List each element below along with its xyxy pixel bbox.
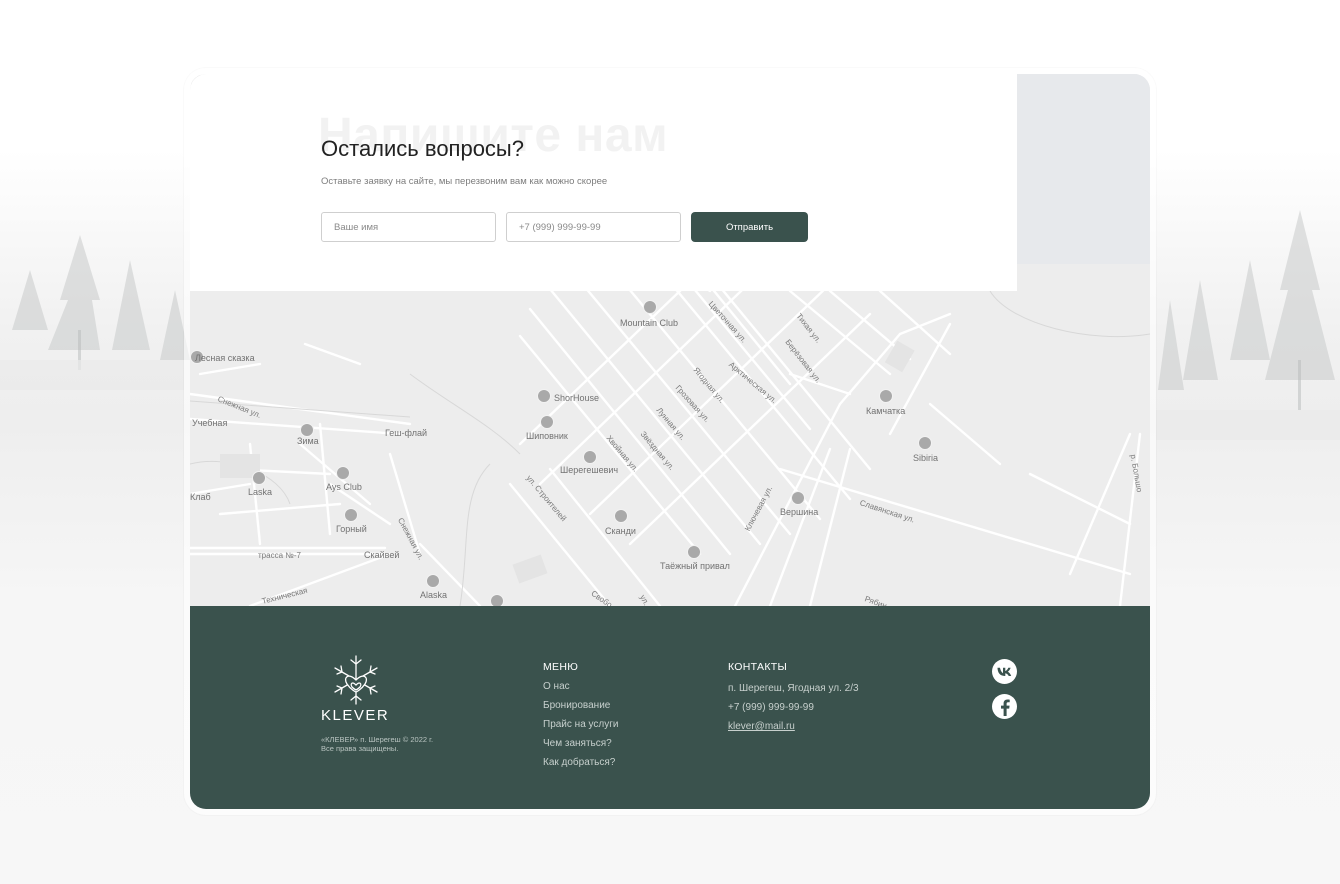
map-label: Учебная bbox=[192, 418, 228, 428]
menu-item-directions[interactable]: Как добраться? bbox=[543, 757, 619, 776]
map-poi-icon[interactable] bbox=[537, 389, 551, 403]
menu-title: МЕНЮ bbox=[543, 661, 579, 673]
map-poi-icon[interactable] bbox=[791, 491, 805, 505]
contact-form-panel: Напишите нам Остались вопросы? Оставьте … bbox=[190, 74, 1017, 291]
map-poi-icon[interactable] bbox=[252, 471, 266, 485]
contact-email[interactable]: klever@mail.ru bbox=[728, 721, 859, 740]
map-label: Шерегешевич bbox=[560, 465, 619, 475]
contact-card: Mountain Club ShorHouse Шиповник Шерегеш… bbox=[190, 74, 1150, 809]
submit-button[interactable]: Отправить bbox=[691, 212, 808, 242]
vk-glyph-icon bbox=[997, 667, 1011, 676]
footer: KLEVER «КЛЕВЕР» п. Шерегеш © 2022 г. Все… bbox=[190, 606, 1150, 809]
map-label: Клаб bbox=[190, 492, 211, 502]
facebook-glyph-icon bbox=[1000, 699, 1010, 716]
phone-input[interactable] bbox=[506, 212, 681, 242]
menu-item-activities[interactable]: Чем заняться? bbox=[543, 738, 619, 757]
map-overlay-strip bbox=[1017, 74, 1150, 264]
map-label: Таёжный привал bbox=[660, 561, 730, 571]
copyright: «КЛЕВЕР» п. Шерегеш © 2022 г. Все права … bbox=[321, 735, 481, 753]
map-label: Laska bbox=[248, 487, 273, 497]
klever-snowflake-logo-icon[interactable] bbox=[321, 652, 391, 708]
map-poi-icon[interactable] bbox=[918, 436, 932, 450]
map-label: Камчатка bbox=[866, 406, 906, 416]
map-label: Горный bbox=[336, 524, 367, 534]
logo-text[interactable]: KLEVER bbox=[321, 707, 389, 724]
map-label: Зима bbox=[297, 436, 319, 446]
copyright-line: «КЛЕВЕР» п. Шерегеш © 2022 г. bbox=[321, 735, 434, 744]
map-poi-icon[interactable] bbox=[687, 545, 701, 559]
map-poi-icon[interactable] bbox=[336, 466, 350, 480]
name-input[interactable] bbox=[321, 212, 496, 242]
menu-item-booking[interactable]: Бронирование bbox=[543, 700, 619, 719]
menu-item-prices[interactable]: Прайс на услуги bbox=[543, 719, 619, 738]
form-subtitle: Оставьте заявку на сайте, мы перезвоним … bbox=[321, 176, 608, 187]
map-label: Alaska bbox=[420, 590, 448, 600]
footer-menu: О нас Бронирование Прайс на услуги Чем з… bbox=[543, 681, 619, 776]
map-label: Sibiria bbox=[913, 453, 939, 463]
form-title: Остались вопросы? bbox=[321, 136, 524, 161]
contacts-title: КОНТАКТЫ bbox=[728, 661, 788, 673]
map-label: Шиповник bbox=[526, 431, 568, 441]
menu-item-about[interactable]: О нас bbox=[543, 681, 619, 700]
map-label: Геш-флай bbox=[385, 428, 427, 438]
map-label: Сканди bbox=[605, 526, 636, 536]
street-label: трасса №-7 bbox=[258, 551, 301, 560]
contact-address: п. Шерегеш, Ягодная ул. 2/3 bbox=[728, 683, 859, 694]
map-poi-icon[interactable] bbox=[614, 509, 628, 523]
facebook-icon[interactable] bbox=[992, 694, 1017, 719]
map-poi-icon[interactable] bbox=[426, 574, 440, 588]
copyright-line: Все права защищены. bbox=[321, 744, 399, 753]
map-label: Ays Club bbox=[326, 482, 362, 492]
map-poi-icon[interactable] bbox=[643, 300, 657, 314]
map-poi-icon[interactable] bbox=[344, 508, 358, 522]
contact-phone[interactable]: +7 (999) 999-99-99 bbox=[728, 702, 859, 721]
map-poi-icon[interactable] bbox=[300, 423, 314, 437]
map-label: Mountain Club bbox=[620, 318, 679, 328]
map-label: Вершина bbox=[780, 507, 819, 517]
map-label: ShorHouse bbox=[554, 393, 600, 403]
map-poi-icon[interactable] bbox=[879, 389, 893, 403]
map-label: Скайвей bbox=[364, 550, 400, 560]
vk-icon[interactable] bbox=[992, 659, 1017, 684]
map-poi-icon[interactable] bbox=[583, 450, 597, 464]
map-label: Лесная сказка bbox=[195, 353, 255, 363]
contacts-block: п. Шерегеш, Ягодная ул. 2/3 +7 (999) 999… bbox=[728, 683, 859, 740]
map-poi-icon[interactable] bbox=[540, 415, 554, 429]
